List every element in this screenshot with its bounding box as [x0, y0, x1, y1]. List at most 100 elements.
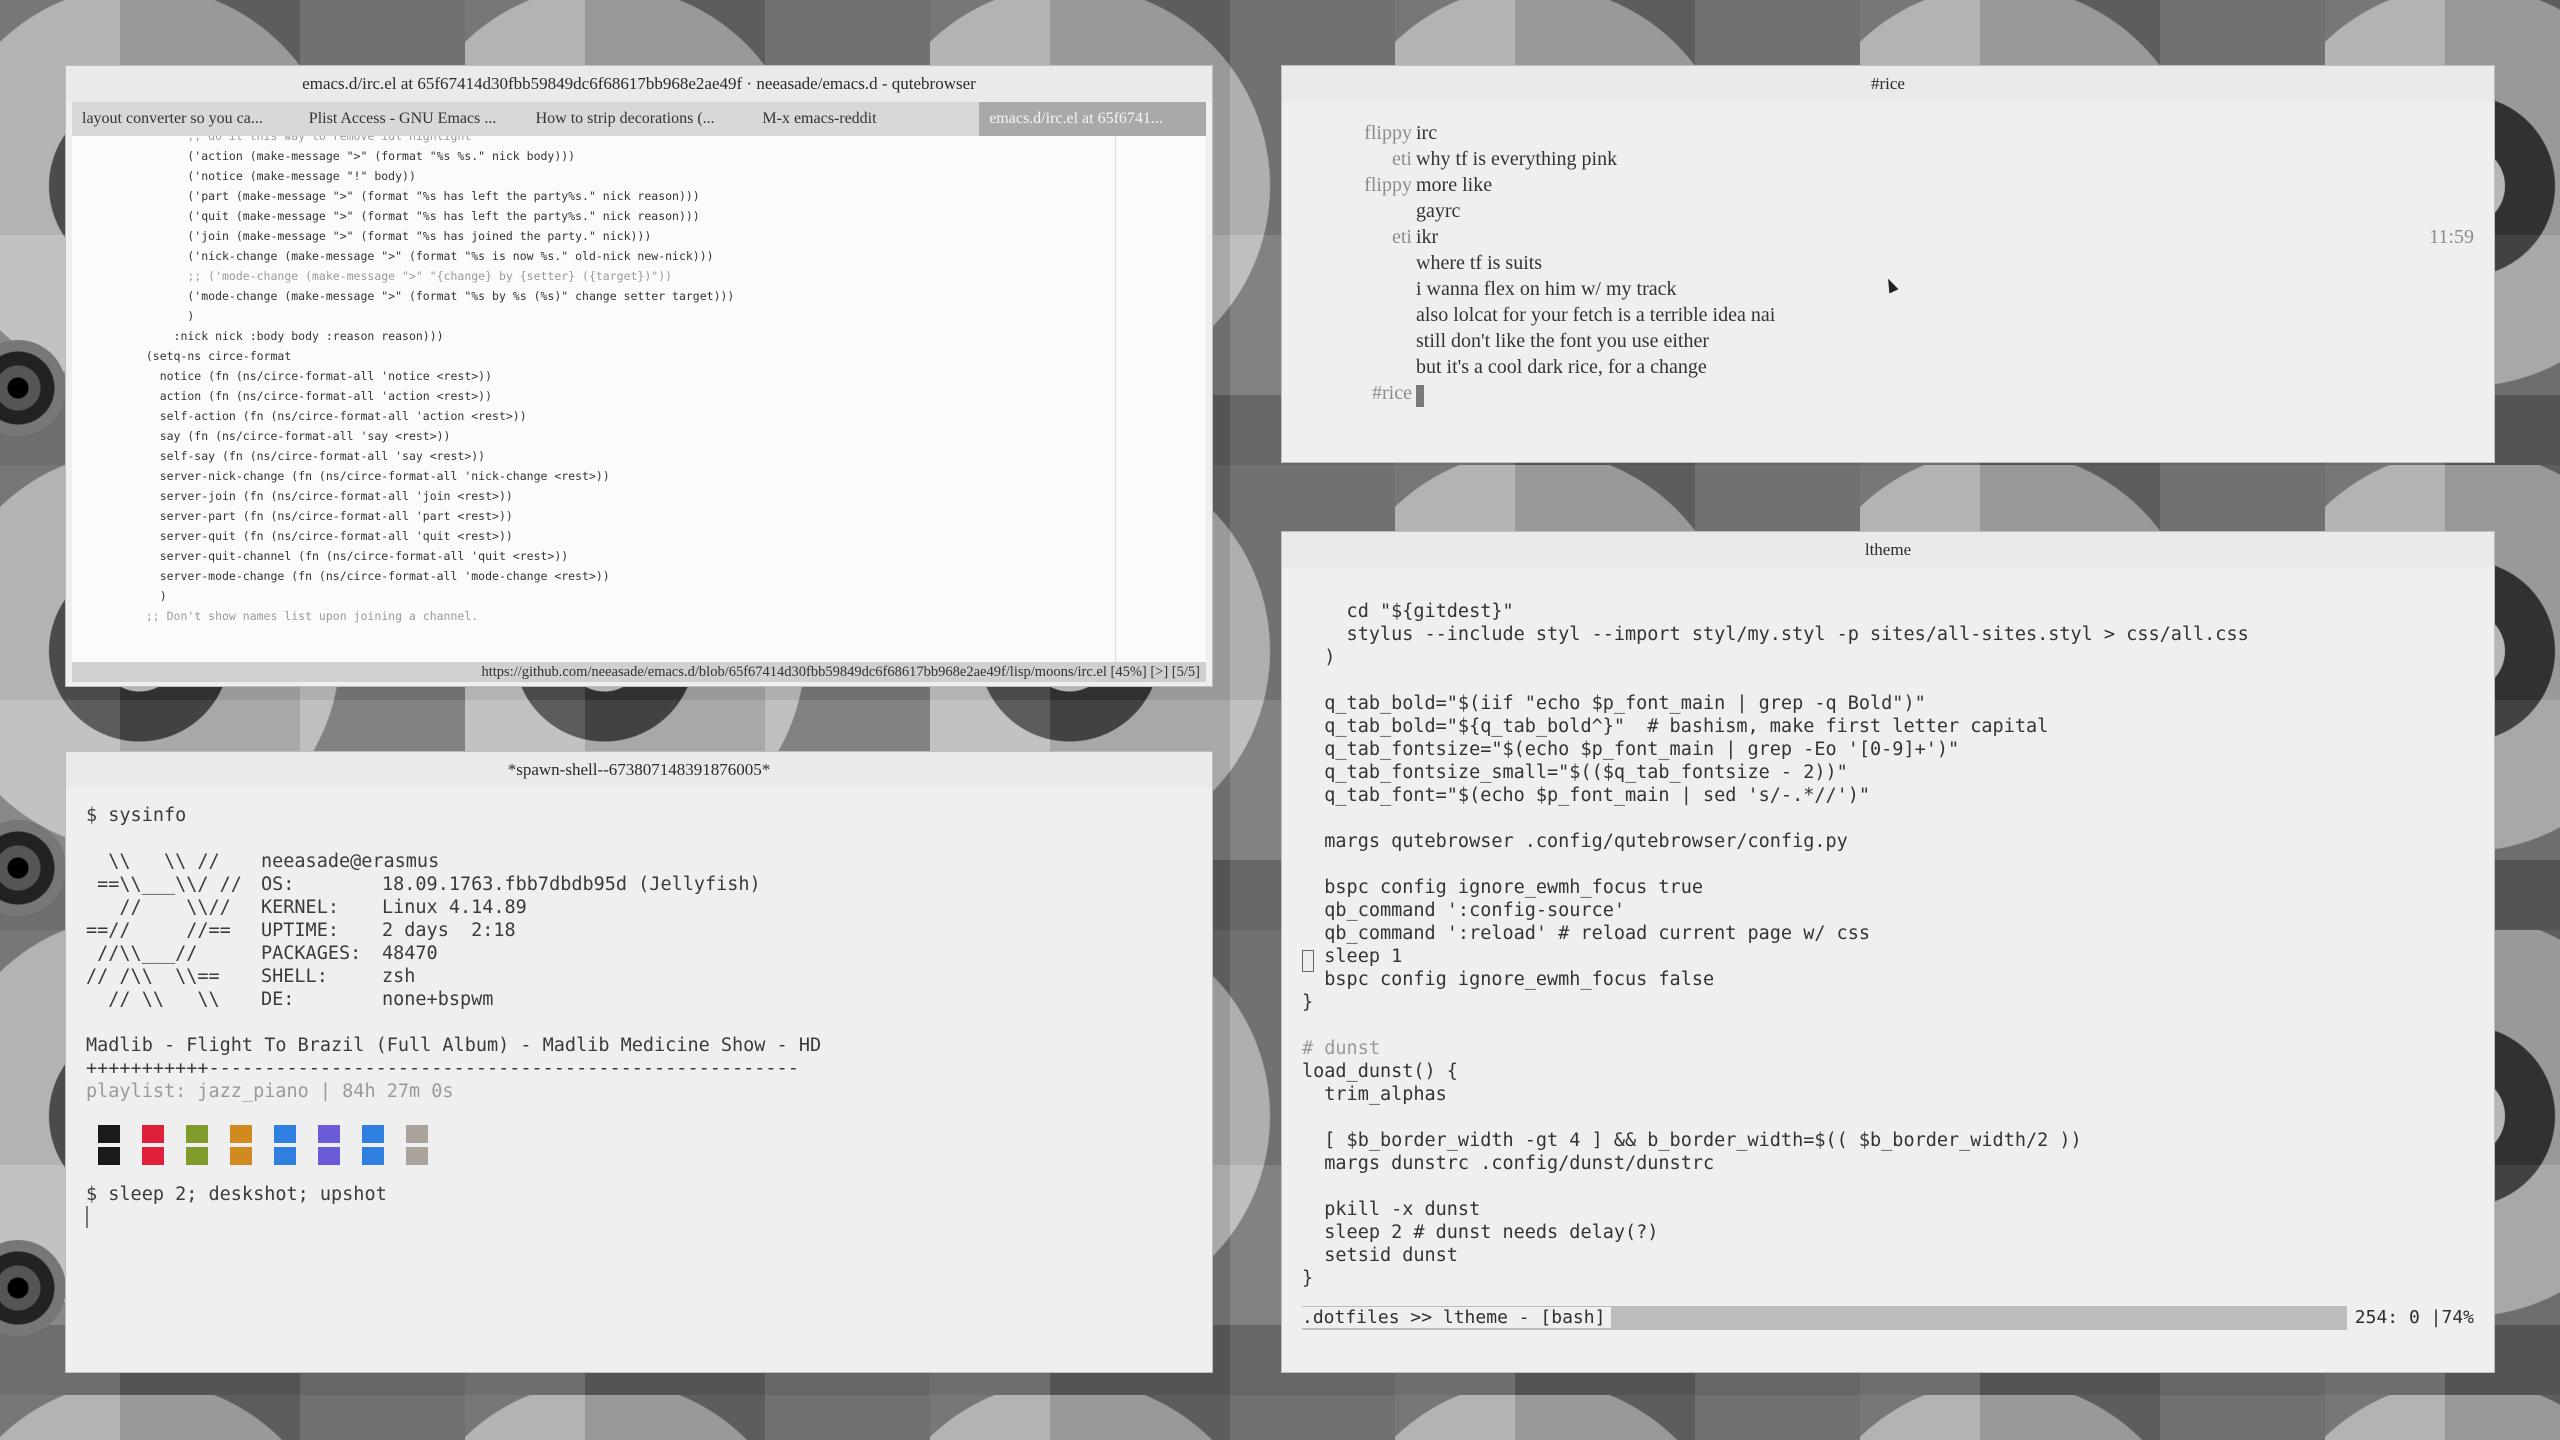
irc-window: #rice flippy irc eti why tf is everything p…: [1282, 66, 2494, 462]
irc-text: irc: [1416, 122, 1438, 144]
editor-line: trim_alphas: [1302, 1084, 1447, 1105]
browser-tab-active[interactable]: emacs.d/irc.el at 65f6741...: [979, 102, 1206, 136]
irc-message: but it's a cool dark rice, for a change: [1302, 354, 2474, 380]
code-line: 115 ('nick-change (make-message ">" (for…: [132, 246, 1116, 266]
logo-line: // /\\ \\==: [86, 966, 220, 987]
irc-input[interactable]: #rice: [1302, 380, 2474, 408]
color-swatch: [318, 1147, 340, 1165]
editor-line: }: [1302, 1268, 1314, 1289]
code-text: server-nick-change (fn (ns/circe-format-…: [132, 469, 610, 483]
editor-line: }: [1302, 992, 1314, 1013]
editor-line: qb_command ':config-source': [1302, 900, 1626, 921]
code-line: 135 ;; Don't show names list upon joinin…: [132, 606, 1116, 626]
browser-tab[interactable]: layout converter so you ca...: [72, 102, 299, 136]
color-swatch: [318, 1125, 340, 1143]
editor-line: margs dunstrc .config/dunst/dunstrc: [1302, 1153, 1715, 1174]
code-line: 132 server-mode-change (fn (ns/circe-for…: [132, 566, 1116, 586]
sysinfo-row: OS: 18.09.1763.fbb7dbdb95d (Jellyfish): [261, 873, 761, 896]
browser-tab[interactable]: Plist Access - GNU Emacs ...: [299, 102, 526, 136]
browser-tab[interactable]: How to strip decorations (...: [526, 102, 753, 136]
shell-title: *spawn-shell--673807148391876005*: [66, 752, 1212, 788]
editor-line: q_tab_font="$(echo $p_font_main | sed 's…: [1302, 785, 1871, 806]
modeline-buffer: .dotfiles >> ltheme - [bash]: [1302, 1307, 1612, 1328]
color-swatch: [230, 1147, 252, 1165]
browser-tab[interactable]: M-x emacs-reddit: [752, 102, 979, 136]
sysinfo-key: OS:: [261, 874, 295, 895]
logo-line: ==// //==: [86, 920, 231, 941]
fringe-marker: [1302, 950, 1314, 972]
code-line: 112 ('part (make-message ">" (format "%s…: [132, 186, 1116, 206]
code-text: self-say (fn (ns/circe-format-all 'say <…: [132, 449, 486, 463]
color-swatch: [274, 1147, 296, 1165]
modeline-position: 254: 0 |74%: [2346, 1306, 2474, 1330]
code-line: 113 ('quit (make-message ">" (format "%s…: [132, 206, 1116, 226]
code-line: 127 server-nick-change (fn (ns/circe-for…: [132, 466, 1116, 486]
editor-line: q_tab_bold="${q_tab_bold^}" # bashism, m…: [1302, 716, 2049, 737]
irc-text: i wanna flex on him w/ my track: [1416, 278, 1677, 300]
irc-text: ikr: [1416, 226, 1439, 248]
editor-line: q_tab_bold="$(iif "echo $p_font_main | g…: [1302, 693, 1926, 714]
editor-buffer[interactable]: cd "${gitdest}" stylus --include styl --…: [1302, 600, 2474, 1290]
code-line: 130 server-quit (fn (ns/circe-format-all…: [132, 526, 1116, 546]
irc-message: flippy irc: [1302, 120, 2474, 146]
editor-line: [ $b_border_width -gt 4 ] && b_border_wi…: [1302, 1130, 2082, 1151]
shell-cursor: [86, 1206, 88, 1228]
sysinfo-value: zsh: [382, 966, 416, 987]
irc-nick: flippy: [1364, 122, 1412, 144]
code-line: 116 ;; ('mode-change (make-message ">" "…: [132, 266, 1116, 286]
code-line: 131 server-quit-channel (fn (ns/circe-fo…: [132, 546, 1116, 566]
code-line: 125 say (fn (ns/circe-format-all 'say <r…: [132, 426, 1116, 446]
editor-line: q_tab_fontsize="$(echo $p_font_main | gr…: [1302, 739, 1960, 760]
editor-line: sleep 1: [1302, 946, 1403, 967]
editor-line: qb_command ':reload' # reload current pa…: [1302, 923, 1871, 944]
irc-message: eti why tf is everything pink: [1302, 146, 2474, 172]
code-line: 117 ('mode-change (make-message ">" (for…: [132, 286, 1116, 306]
sysinfo-key: UPTIME:: [261, 920, 339, 941]
code-text: ('mode-change (make-message ">" (format …: [132, 289, 735, 303]
browser-statusbar: https://github.com/neeasade/emacs.d/blob…: [72, 662, 1206, 682]
distro-logo: \\ \\ // ==\\___\\/ // // \\//==// //== …: [86, 850, 242, 1011]
sysinfo-value: Linux 4.14.89: [382, 897, 527, 918]
code-text: ;; Don't show names list upon joining a …: [132, 609, 479, 623]
code-line: 121 (setq-ns circe-format: [132, 346, 1116, 366]
color-swatch: [142, 1125, 164, 1143]
code-text: server-join (fn (ns/circe-format-all 'jo…: [132, 489, 513, 503]
shell-output[interactable]: $ sysinfo \\ \\ // ==\\___\\/ // // \\//…: [86, 804, 1192, 1228]
browser-window: emacs.d/irc.el at 65f67414d30fbb59849dc6…: [66, 66, 1212, 686]
sysinfo-value: 18.09.1763.fbb7dbdb95d (Jellyfish): [382, 874, 761, 895]
code-text: ): [132, 589, 167, 603]
editor-line: q_tab_fontsize_small="$(($q_tab_fontsize…: [1302, 762, 1848, 783]
code-line: 122 notice (fn (ns/circe-format-all 'not…: [132, 366, 1116, 386]
logo-line: ==\\___\\/ //: [86, 874, 242, 895]
irc-message: also lolcat for your fetch is a terrible…: [1302, 302, 2474, 328]
now-playing: Madlib - Flight To Brazil (Full Album) -…: [86, 1035, 822, 1056]
editor-line: setsid dunst: [1302, 1245, 1458, 1266]
code-line: 119 :nick nick :body body :reason reason…: [132, 326, 1116, 346]
code-text: notice (fn (ns/circe-format-all 'notice …: [132, 369, 493, 383]
sysinfo-row: SHELL: zsh: [261, 965, 761, 988]
code-text: ): [132, 309, 195, 323]
code-line: 129 server-part (fn (ns/circe-format-all…: [132, 506, 1116, 526]
sysinfo-key: PACKAGES:: [261, 943, 362, 964]
color-swatch: [98, 1147, 120, 1165]
irc-nick: flippy: [1364, 174, 1412, 196]
shell-prompt: $ sleep 2; deskshot; upshot: [86, 1184, 387, 1205]
code-line: 114 ('join (make-message ">" (format "%s…: [132, 226, 1116, 246]
wallpaper-decoration: [0, 820, 66, 916]
code-text: server-mode-change (fn (ns/circe-format-…: [132, 569, 610, 583]
code-text: ('notice (make-message "!" body)): [132, 169, 416, 183]
color-swatch: [98, 1125, 120, 1143]
sysinfo-user: neeasade@erasmus: [261, 851, 440, 872]
playback-progress: +++++++++++-----------------------------…: [86, 1058, 799, 1079]
editor-line: sleep 2 # dunst needs delay(?): [1302, 1222, 1659, 1243]
irc-text: more like: [1416, 174, 1493, 196]
code-line: 109 ;; do it this way to remove idl high…: [132, 136, 1116, 146]
editor-line: bspc config ignore_ewmh_focus true: [1302, 877, 1703, 898]
irc-text: why tf is everything pink: [1416, 148, 1618, 170]
code-line: 133 ): [132, 586, 1116, 606]
browser-page[interactable]: 109 ;; do it this way to remove idl high…: [72, 136, 1206, 662]
editor-line: stylus --include styl --import styl/my.s…: [1302, 624, 2249, 645]
